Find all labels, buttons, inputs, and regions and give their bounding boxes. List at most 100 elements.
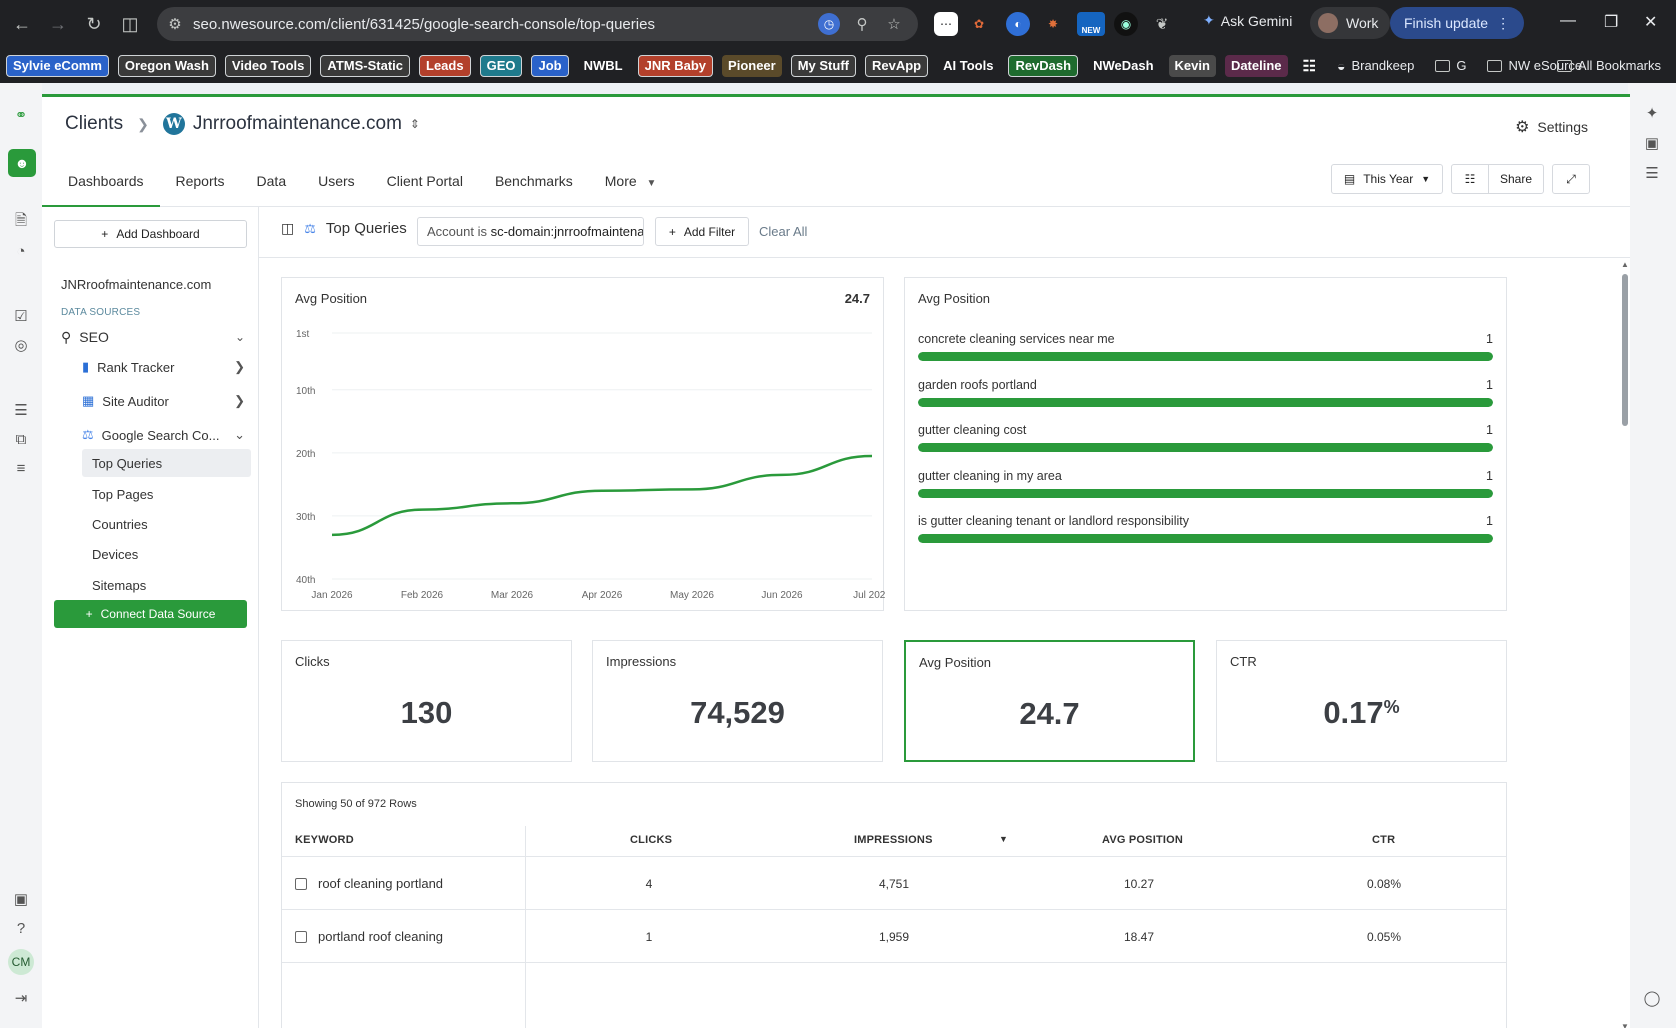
clear-all-link[interactable]: Clear All <box>759 224 807 239</box>
tab-benchmarks[interactable]: Benchmarks <box>479 161 589 207</box>
extension-circle-icon[interactable]: ◐ <box>1006 12 1030 36</box>
tasks-icon[interactable]: ☑ <box>11 306 31 326</box>
extension-privacy-icon[interactable]: ◉ <box>1114 12 1138 36</box>
clicks-card[interactable]: Clicks 130 <box>281 640 572 762</box>
table-row[interactable]: roof cleaning portland 4 4,751 10.27 0.0… <box>282 857 1506 910</box>
sidebar-item-sitemaps[interactable]: Sitemaps <box>82 571 251 599</box>
goals-icon[interactable]: ◎ <box>11 335 31 355</box>
zoom-icon[interactable]: ⚲ <box>851 13 873 35</box>
column-header-avg-position[interactable]: AVG POSITION <box>1102 834 1183 846</box>
apps-grid-icon[interactable]: ☷ <box>1297 55 1322 77</box>
tray-icon[interactable]: ▣ <box>1642 133 1662 153</box>
maximize-icon[interactable]: ❐ <box>1604 12 1618 32</box>
sort-desc-icon[interactable]: ▼ <box>999 834 1008 844</box>
reload-icon[interactable]: ↻ <box>80 10 108 38</box>
ask-gemini-button[interactable]: ✦ Ask Gemini <box>1203 12 1292 29</box>
reports-icon[interactable]: 🗎 <box>11 212 31 232</box>
app-logo-icon[interactable]: ⚭ <box>11 105 31 125</box>
collapse-rail-icon[interactable]: ⇥ <box>11 988 31 1008</box>
sparkle-icon[interactable]: ✦ <box>1642 103 1662 123</box>
bookmark-my-stuff[interactable]: My Stuff <box>790 54 856 77</box>
extension-fox-icon[interactable]: ✿ <box>967 12 991 36</box>
data-point[interactable] <box>419 507 425 513</box>
bookmark-atms-static[interactable]: ATMS-Static <box>320 54 410 77</box>
client-name[interactable]: Jnrroofmaintenance.com <box>193 113 402 135</box>
scroll-down-icon[interactable]: ▼ <box>1621 1022 1629 1028</box>
tab-client-portal[interactable]: Client Portal <box>371 161 479 207</box>
sidebar-item-top-queries[interactable]: Top Queries <box>82 449 251 477</box>
bookmark-jnr-baby[interactable]: JNR Baby <box>637 54 714 77</box>
bookmark-video-tools[interactable]: Video Tools <box>224 54 312 77</box>
sidebar-toggle-icon[interactable]: ◫ <box>281 220 294 237</box>
customize-icon[interactable]: ☷ <box>1452 165 1489 193</box>
tab-reports[interactable]: Reports <box>160 161 241 207</box>
column-header-keyword[interactable]: KEYWORD <box>295 834 354 846</box>
sidebar-item-top-pages[interactable]: Top Pages <box>82 480 251 508</box>
sidebar-item-devices[interactable]: Devices <box>82 540 251 568</box>
minimize-icon[interactable]: — <box>1560 12 1576 30</box>
client-switcher-icon[interactable]: ⇕ <box>410 117 420 131</box>
data-point[interactable] <box>869 453 875 459</box>
bookmark-revdash[interactable]: RevDash <box>1008 54 1079 77</box>
bookmark-folder-g[interactable]: G <box>1429 55 1472 77</box>
sidebar-item-site-auditor[interactable]: ▦ Site Auditor ❯ <box>82 387 251 415</box>
data-point[interactable] <box>329 532 335 538</box>
back-icon[interactable]: ← <box>8 10 36 38</box>
column-header-ctr[interactable]: CTR <box>1372 834 1395 846</box>
breadcrumb-clients-link[interactable]: Clients <box>65 113 123 135</box>
bookmark-geo[interactable]: GEO <box>479 54 523 77</box>
date-range-select[interactable]: ▤ This Year ▼ <box>1331 164 1443 194</box>
row-checkbox[interactable] <box>295 931 307 943</box>
copy-icon[interactable]: ⧉ <box>11 429 31 449</box>
impressions-card[interactable]: Impressions 74,529 <box>592 640 883 762</box>
forward-icon[interactable]: → <box>44 10 72 38</box>
table-row[interactable]: portland roof cleaning 1 1,959 18.47 0.0… <box>282 910 1506 963</box>
tab-more[interactable]: More ▼ <box>589 161 673 207</box>
bookmark-sylvie-ecomm[interactable]: Sylvie eComm <box>6 54 109 77</box>
avg-position-card[interactable]: Avg Position 24.7 <box>904 640 1195 762</box>
bookmark-star-icon[interactable]: ☆ <box>883 13 905 35</box>
extension-new-icon[interactable]: NEW <box>1077 12 1105 36</box>
bookmark-nwedash[interactable]: NWeDash <box>1087 55 1159 77</box>
stack-icon[interactable]: ☰ <box>1642 163 1662 183</box>
column-header-impressions[interactable]: IMPRESSIONS <box>854 834 933 846</box>
extension-chat-icon[interactable]: ⋯ <box>934 12 958 36</box>
scroll-thumb[interactable] <box>1622 274 1628 426</box>
list-icon[interactable]: ≡ <box>11 458 31 478</box>
bookmark-ai-tools[interactable]: AI Tools <box>937 55 999 77</box>
help-icon[interactable]: ? <box>11 918 31 938</box>
data-point[interactable] <box>509 500 515 506</box>
profile-button[interactable]: Work <box>1310 7 1391 39</box>
layers-icon[interactable]: ☰ <box>11 400 31 420</box>
bookmark-dateline[interactable]: Dateline <box>1224 54 1288 77</box>
bookmark-revapp[interactable]: RevApp <box>865 54 929 77</box>
user-avatar[interactable]: CM <box>8 949 34 975</box>
tab-data[interactable]: Data <box>241 161 303 207</box>
sidebar-item-google-search-console[interactable]: ⚖ Google Search Co... ⌄ <box>82 421 251 449</box>
tab-dashboards[interactable]: Dashboards <box>42 161 160 207</box>
bookmark-oregon-wash[interactable]: Oregon Wash <box>117 54 216 77</box>
inbox-icon[interactable]: ▣ <box>11 889 31 909</box>
finish-update-button[interactable]: Finish update ⋮ <box>1390 7 1525 39</box>
address-bar[interactable]: ⚙ seo.nwesource.com/client/631425/google… <box>157 7 918 41</box>
bookmark-job[interactable]: Job <box>531 54 569 77</box>
bookmark-leads[interactable]: Leads <box>419 54 471 77</box>
feedback-icon[interactable]: ◯ <box>1642 988 1662 1008</box>
column-header-clicks[interactable]: CLICKS <box>630 834 672 846</box>
tab-users[interactable]: Users <box>302 161 371 207</box>
analytics-icon[interactable]: ◔ <box>11 241 31 261</box>
sidebar-item-countries[interactable]: Countries <box>82 510 251 538</box>
clients-icon[interactable]: ☻ <box>8 149 36 177</box>
avg-position-series-line[interactable] <box>331 454 873 537</box>
split-view-icon[interactable]: ◫ <box>116 10 144 38</box>
extensions-puzzle-icon[interactable]: ❦ <box>1150 12 1174 36</box>
ctr-card[interactable]: CTR 0.17% <box>1216 640 1507 762</box>
data-point[interactable] <box>779 472 785 478</box>
bookmark-folder-brandkeep[interactable]: ◒ Brandkeep <box>1331 55 1420 77</box>
bookmark-nwbl[interactable]: NWBL <box>578 55 629 77</box>
extension-spark-icon[interactable]: ✸ <box>1041 12 1065 36</box>
speed-icon[interactable]: ◷ <box>818 13 840 35</box>
settings-button[interactable]: ⚙ Settings <box>1515 117 1588 137</box>
account-filter-chip[interactable]: Account is sc-domain:jnrroofmaintena... <box>417 217 644 246</box>
fullscreen-icon[interactable]: ⤢ <box>1552 164 1590 194</box>
